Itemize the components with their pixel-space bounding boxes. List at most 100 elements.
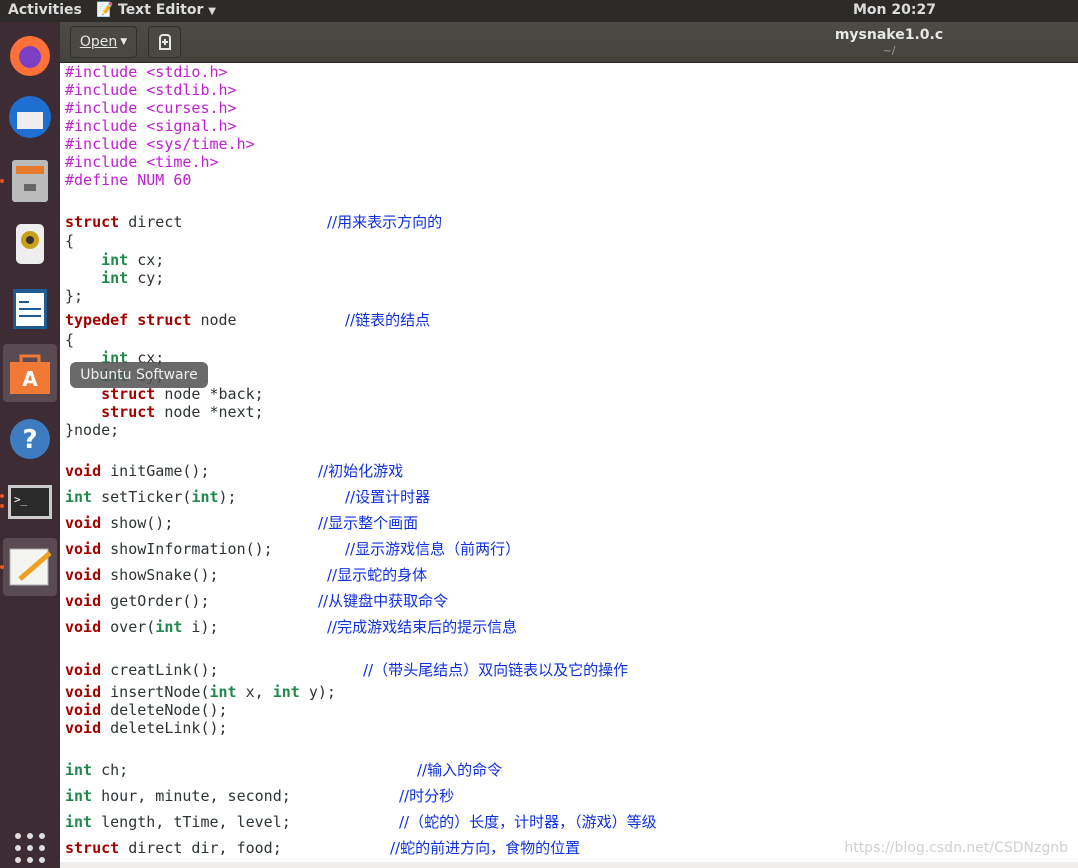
code-line: #include <time.h> bbox=[65, 153, 219, 171]
dock: A ? >_ bbox=[0, 22, 60, 868]
preprocessor-token: #include <signal.h> bbox=[65, 117, 237, 135]
code-line: void deleteLink(); bbox=[65, 719, 228, 737]
code-line: void deleteNode(); bbox=[65, 701, 228, 719]
preprocessor-token: #include <sys/time.h> bbox=[65, 135, 255, 153]
thunderbird-icon[interactable] bbox=[3, 88, 57, 146]
code-line: int length, tTime, level; //（蛇的）长度，计时器，（游… bbox=[65, 813, 657, 831]
text-editor-icon[interactable] bbox=[0, 538, 57, 596]
code-line: #include <stdio.h> bbox=[65, 63, 228, 81]
code-text: deleteNode(); bbox=[101, 701, 228, 719]
code-text: cx; bbox=[128, 251, 165, 269]
type-token: int bbox=[65, 488, 93, 506]
code-comment: //设置计时器 bbox=[345, 488, 431, 506]
code-text: { bbox=[65, 331, 75, 349]
libreoffice-writer-icon[interactable] bbox=[3, 280, 57, 338]
code-comment: //显示整个画面 bbox=[318, 514, 419, 532]
clock[interactable]: Mon 20:27 bbox=[853, 2, 936, 18]
show-applications-icon[interactable] bbox=[3, 828, 57, 868]
type-token: int bbox=[65, 787, 93, 805]
code-comment: //时分秒 bbox=[399, 787, 455, 805]
open-button[interactable]: Open ▼ bbox=[70, 26, 137, 58]
code-line: int cx; bbox=[65, 251, 164, 269]
code-line: int setTicker(int); //设置计时器 bbox=[65, 488, 430, 506]
svg-text:A: A bbox=[22, 367, 38, 391]
header-bar: Open ▼ mysnake1.0.c ~/ bbox=[60, 22, 1078, 63]
code-comment: //（带头尾结点）双向链表以及它的操作 bbox=[363, 661, 629, 679]
keyword-token: void bbox=[65, 540, 102, 558]
code-text: direct bbox=[119, 213, 183, 231]
code-line: void showInformation(); //显示游戏信息（前两行） bbox=[65, 540, 520, 558]
code-line: typedef struct node //链表的结点 bbox=[65, 311, 430, 329]
code-comment: //（蛇的）长度，计时器，（游戏）等级 bbox=[399, 813, 657, 831]
code-text: ); bbox=[218, 488, 237, 506]
code-text: length, tTime, level; bbox=[92, 813, 291, 831]
code-line: void showSnake(); //显示蛇的身体 bbox=[65, 566, 427, 584]
new-document-icon bbox=[158, 34, 171, 50]
terminal-icon[interactable]: >_ bbox=[0, 474, 57, 532]
code-comment: //链表的结点 bbox=[345, 311, 431, 329]
activities-button[interactable]: Activities bbox=[8, 2, 82, 18]
code-text: getOrder(); bbox=[101, 592, 210, 610]
code-comment: //初始化游戏 bbox=[318, 462, 404, 480]
code-line: }; bbox=[65, 287, 83, 305]
code-text: x, bbox=[236, 683, 273, 701]
code-text: showInformation(); bbox=[101, 540, 273, 558]
help-icon[interactable]: ? bbox=[3, 410, 57, 468]
svg-text:>_: >_ bbox=[14, 493, 28, 506]
code-text: deleteLink(); bbox=[101, 719, 228, 737]
type-token: int bbox=[155, 618, 183, 636]
code-line: void creatLink(); //（带头尾结点）双向链表以及它的操作 bbox=[65, 661, 628, 679]
status-strip bbox=[60, 862, 1078, 868]
rhythmbox-icon[interactable] bbox=[3, 216, 57, 274]
code-text: setTicker( bbox=[92, 488, 192, 506]
preprocessor-token: #define NUM 60 bbox=[65, 171, 192, 189]
type-token: int bbox=[65, 761, 93, 779]
type-token: int bbox=[209, 683, 237, 701]
preprocessor-token: #include <stdio.h> bbox=[65, 63, 228, 81]
code-line: #define NUM 60 bbox=[65, 171, 191, 189]
code-line: void initGame(); //初始化游戏 bbox=[65, 462, 403, 480]
keyword-token: struct bbox=[65, 839, 120, 857]
code-text: showSnake(); bbox=[101, 566, 219, 584]
code-text: }node; bbox=[65, 421, 120, 439]
code-text: node *next; bbox=[155, 403, 264, 421]
code-line: void insertNode(int x, int y); bbox=[65, 683, 336, 701]
keyword-token: void bbox=[65, 618, 102, 636]
keyword-token: void bbox=[65, 514, 102, 532]
files-icon[interactable] bbox=[0, 152, 57, 210]
chevron-down-icon: ▼ bbox=[120, 37, 128, 47]
app-menu[interactable]: Text Editor ▼ bbox=[118, 2, 216, 18]
new-document-button[interactable] bbox=[148, 26, 181, 58]
text-editor-app-icon: 📝 bbox=[96, 2, 114, 18]
code-text: cy; bbox=[128, 269, 165, 287]
type-token: int bbox=[191, 488, 219, 506]
code-text: direct dir, food; bbox=[119, 839, 282, 857]
code-line: #include <signal.h> bbox=[65, 117, 237, 135]
code-text: over( bbox=[101, 618, 156, 636]
code-line: #include <sys/time.h> bbox=[65, 135, 255, 153]
keyword-token: void bbox=[65, 683, 102, 701]
code-editor[interactable]: #include <stdio.h> #include <stdlib.h> #in… bbox=[60, 63, 1078, 862]
code-text: node bbox=[191, 311, 237, 329]
code-line: int ch; //输入的命令 bbox=[65, 761, 502, 779]
code-text: insertNode( bbox=[101, 683, 210, 701]
code-comment: //完成游戏结束后的提示信息 bbox=[327, 618, 518, 636]
document-title: mysnake1.0.c bbox=[834, 27, 944, 43]
keyword-token: void bbox=[65, 701, 102, 719]
code-text: initGame(); bbox=[101, 462, 210, 480]
app-menu-label: Text Editor bbox=[118, 2, 204, 18]
code-text: show(); bbox=[101, 514, 174, 532]
document-path: ~/ bbox=[882, 44, 896, 57]
code-text: { bbox=[65, 232, 75, 250]
code-line: void over(int i); //完成游戏结束后的提示信息 bbox=[65, 618, 517, 636]
code-line: struct node *next; bbox=[65, 403, 264, 421]
ubuntu-software-icon[interactable]: A bbox=[3, 344, 57, 402]
keyword-token: typedef bbox=[65, 311, 129, 329]
type-token: int bbox=[101, 251, 129, 269]
keyword-token: struct bbox=[65, 213, 120, 231]
keyword-token: struct bbox=[137, 311, 192, 329]
firefox-icon[interactable] bbox=[3, 26, 57, 84]
